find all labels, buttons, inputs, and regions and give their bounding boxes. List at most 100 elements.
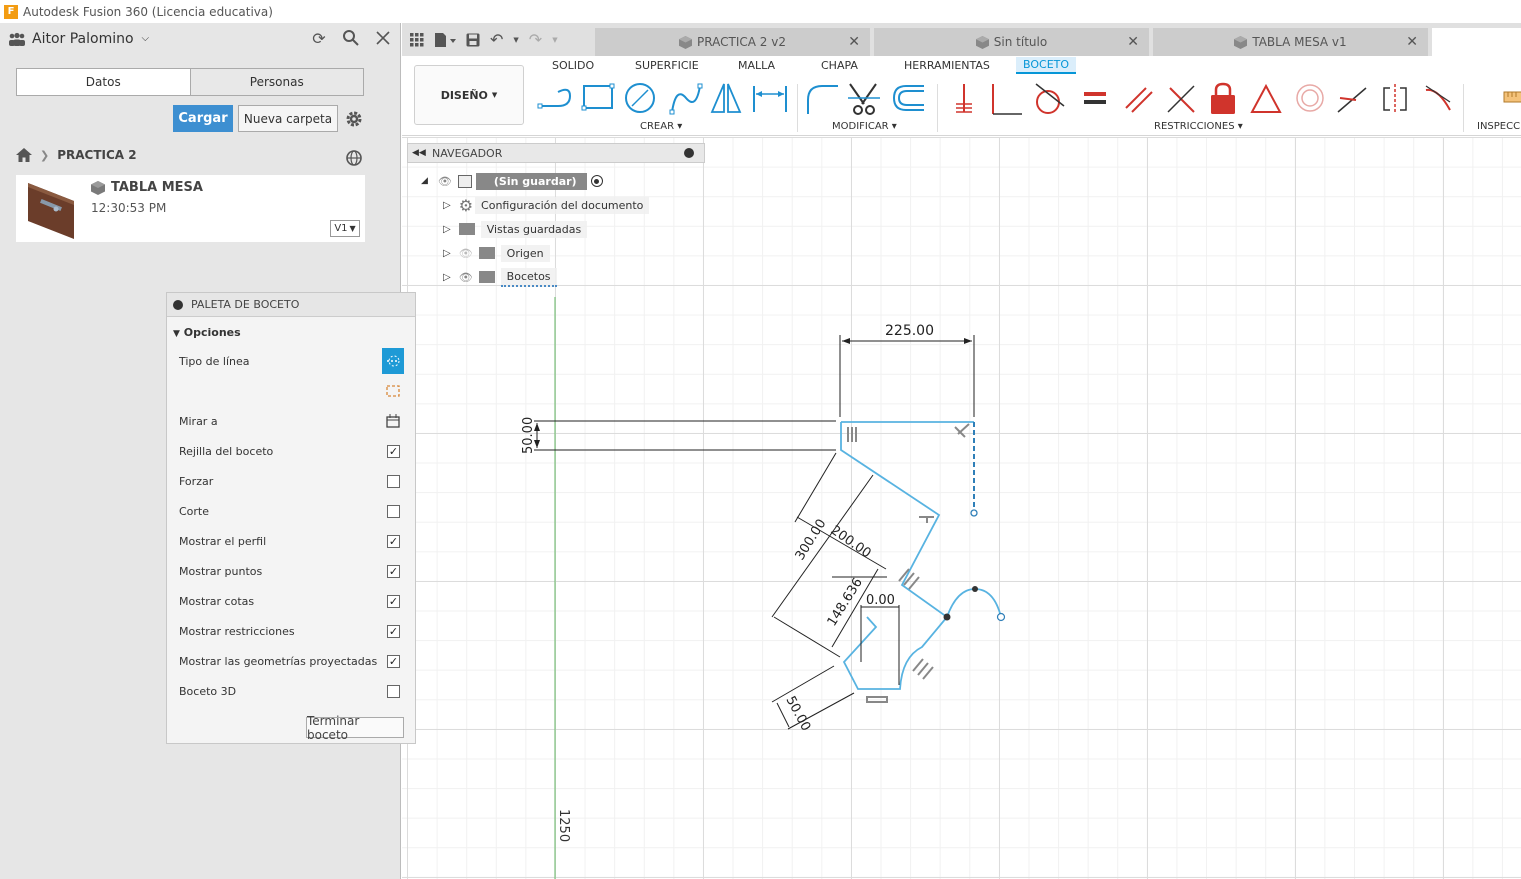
circle-tool-icon[interactable] xyxy=(625,83,655,113)
version-dropdown[interactable]: V1 ▼ xyxy=(330,220,360,237)
file-menu-icon[interactable] xyxy=(434,32,456,48)
navigator-item-views[interactable]: ▷ Vistas guardadas xyxy=(443,219,588,239)
curvature-constraint-icon[interactable] xyxy=(1425,85,1451,111)
expand-triangle-icon[interactable]: ▷ xyxy=(443,272,451,283)
construction-line-toggle-icon[interactable] xyxy=(382,348,404,374)
centerline-toggle-icon[interactable] xyxy=(382,381,404,401)
doc-tab-sin-titulo[interactable]: Sin título ✕ xyxy=(874,28,1149,56)
tab-malla[interactable]: MALLA xyxy=(738,59,775,72)
group-constraints[interactable]: RESTRICCIONES ▾ xyxy=(1154,121,1243,132)
tab-herramientas[interactable]: HERRAMIENTAS xyxy=(904,59,990,72)
tangent-constraint-icon[interactable] xyxy=(1035,83,1065,114)
tab-boceto[interactable]: BOCETO xyxy=(1016,57,1077,74)
tab-superficie[interactable]: SUPERFICIE xyxy=(635,59,699,72)
look-at-icon[interactable] xyxy=(382,411,404,431)
dimension-50-diagonal[interactable]: 50.00 xyxy=(771,665,855,734)
doc-tab-tabla-mesa[interactable]: TABLA MESA v1 ✕ xyxy=(1153,28,1428,56)
palette-option-checkbox[interactable]: ✓ xyxy=(387,624,400,638)
close-tab-icon[interactable]: ✕ xyxy=(1406,34,1418,50)
close-tab-icon[interactable]: ✕ xyxy=(848,34,860,50)
hidden-eye-icon[interactable]: 👁 xyxy=(459,247,473,260)
tab-datos[interactable]: Datos xyxy=(17,69,191,95)
home-icon[interactable] xyxy=(16,148,32,162)
inspect-measure-icon[interactable] xyxy=(1502,86,1521,110)
palette-header[interactable]: PALETA DE BOCETO xyxy=(167,293,415,317)
group-inspect[interactable]: INSPECCI xyxy=(1477,121,1521,132)
doc-tab-current[interactable] xyxy=(1432,28,1521,56)
minimize-icon[interactable] xyxy=(173,300,183,310)
minimize-icon[interactable] xyxy=(684,148,694,158)
search-icon[interactable] xyxy=(342,29,360,47)
close-icon[interactable] xyxy=(374,29,392,47)
dimension-0[interactable]: 0.00 xyxy=(860,593,900,685)
tab-solido[interactable]: SOLIDO xyxy=(552,59,594,72)
undo-dropdown-icon[interactable]: ▼ xyxy=(513,36,518,44)
coincident-constraint-icon[interactable] xyxy=(992,84,1022,115)
svg-text:300.00: 300.00 xyxy=(793,517,830,564)
expand-triangle-icon[interactable]: ▷ xyxy=(443,224,451,235)
apps-grid-icon[interactable] xyxy=(410,32,424,47)
upload-button[interactable]: Cargar xyxy=(173,105,233,132)
file-card[interactable]: TABLA MESA 12:30:53 PM V1 ▼ xyxy=(16,175,365,242)
concentric-constraint-icon[interactable] xyxy=(1296,84,1324,112)
equal-constraint-icon[interactable] xyxy=(1084,92,1106,104)
palette-option-checkbox[interactable] xyxy=(387,504,400,518)
dimension-200[interactable]: 200.00 xyxy=(828,523,874,561)
midpoint-constraint-icon[interactable] xyxy=(1250,83,1282,113)
active-radio-icon[interactable] xyxy=(590,175,603,187)
dimension-148-636[interactable]: 148.636 xyxy=(825,568,887,648)
collapse-left-icon[interactable]: ◀◀ xyxy=(412,148,426,158)
expand-triangle-icon[interactable]: ▷ xyxy=(443,248,451,259)
fillet-tool-icon[interactable] xyxy=(807,85,838,114)
line-tool-icon[interactable] xyxy=(537,88,572,109)
workspace-switcher[interactable]: DISEÑO ▼ xyxy=(414,65,524,125)
group-create[interactable]: CREAR ▾ xyxy=(640,121,682,132)
perpendicular-constraint-icon[interactable] xyxy=(1167,85,1195,113)
new-folder-button[interactable]: Nueva carpeta xyxy=(238,105,338,132)
offset-tool-icon[interactable] xyxy=(892,85,924,111)
dimension-225[interactable]: 225.00 xyxy=(839,323,975,417)
undo-icon[interactable]: ↶ xyxy=(490,30,503,49)
palette-option-checkbox[interactable] xyxy=(387,684,400,698)
breadcrumb-project[interactable]: PRACTICA 2 xyxy=(57,148,136,162)
palette-option-checkbox[interactable]: ✓ xyxy=(387,594,400,608)
dimension-tool-icon[interactable] xyxy=(753,86,787,112)
rectangle-tool-icon[interactable] xyxy=(581,83,615,111)
spline-tool-icon[interactable] xyxy=(669,83,703,115)
symmetry-constraint-icon[interactable] xyxy=(1383,84,1407,114)
expand-triangle-icon[interactable]: ◢ xyxy=(421,176,428,186)
horizontal-vertical-constraint-icon[interactable] xyxy=(956,84,972,113)
gear-icon[interactable] xyxy=(344,109,364,129)
expand-triangle-icon[interactable]: ▷ xyxy=(443,200,451,211)
palette-option-checkbox[interactable]: ✓ xyxy=(387,444,400,458)
palette-option-checkbox[interactable]: ✓ xyxy=(387,654,400,668)
group-modify[interactable]: MODIFICAR ▾ xyxy=(832,121,897,132)
parallel-constraint-icon[interactable] xyxy=(1125,87,1153,113)
tab-personas[interactable]: Personas xyxy=(190,69,363,95)
globe-icon[interactable] xyxy=(345,149,363,167)
visibility-eye-icon[interactable]: 👁 xyxy=(459,271,473,284)
doc-tab-practica[interactable]: PRACTICA 2 v2 ✕ xyxy=(595,28,870,56)
dimension-50-vertical[interactable]: 50.00 xyxy=(521,417,836,454)
lock-constraint-icon[interactable] xyxy=(1211,82,1235,114)
navigator-header[interactable]: ◀◀ NAVEGADOR xyxy=(407,143,705,163)
redo-icon[interactable]: ↷ xyxy=(529,30,542,49)
redo-dropdown-icon[interactable]: ▼ xyxy=(552,36,557,44)
navigator-root[interactable]: ◢ 👁 (Sin guardar) xyxy=(421,171,603,191)
navigator-item-origin[interactable]: ▷ 👁 Origen xyxy=(443,243,550,263)
palette-option-checkbox[interactable]: ✓ xyxy=(387,564,400,578)
finish-sketch-button[interactable]: Terminar boceto xyxy=(306,714,404,742)
trim-tool-icon[interactable] xyxy=(848,83,880,115)
options-section-toggle[interactable]: ▼ Opciones xyxy=(173,326,241,339)
palette-option-checkbox[interactable]: ✓ xyxy=(387,534,400,548)
visibility-eye-icon[interactable]: 👁 xyxy=(438,175,452,188)
navigator-item-sketches[interactable]: ▷ 👁 Bocetos xyxy=(443,267,557,287)
collinear-constraint-icon[interactable] xyxy=(1337,87,1367,113)
palette-option-checkbox[interactable] xyxy=(387,474,400,488)
save-icon[interactable] xyxy=(466,33,480,47)
tab-chapa[interactable]: CHAPA xyxy=(821,59,858,72)
refresh-icon[interactable]: ⟳ xyxy=(310,29,328,48)
close-tab-icon[interactable]: ✕ xyxy=(1127,34,1139,50)
mirror-tool-icon[interactable] xyxy=(710,83,742,113)
navigator-item-settings[interactable]: ▷ ⚙ Configuración del documento xyxy=(443,195,650,215)
